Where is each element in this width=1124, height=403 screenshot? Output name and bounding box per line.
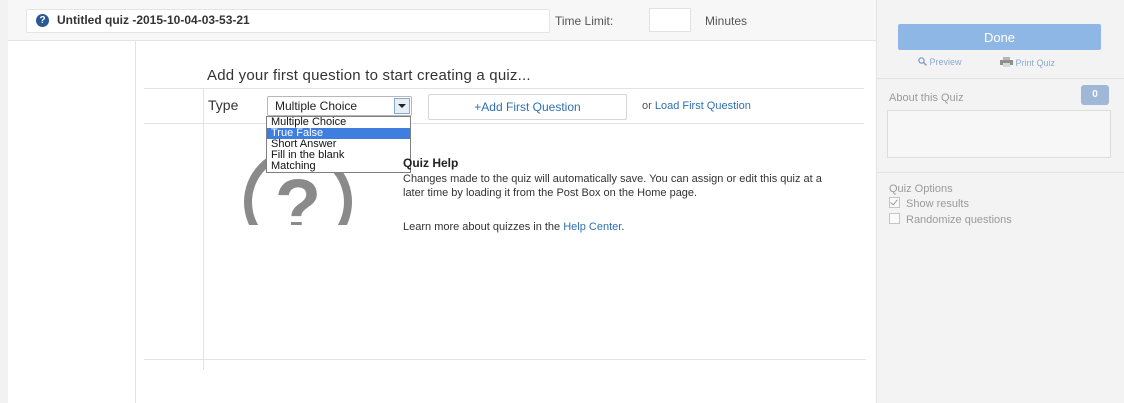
page-heading: Add your first question to start creatin… [207,67,531,84]
inner-guide-line [203,88,204,370]
quiz-title-bar: ? Untitled quiz -2015-10-04-03-53-21 Tim… [8,0,876,41]
minutes-label: Minutes [705,14,748,28]
load-question-line: or Load First Question [642,100,751,112]
quiz-title[interactable]: Untitled quiz -2015-10-04-03-53-21 [57,13,250,27]
time-limit-input[interactable] [649,8,691,32]
or-label: or [642,100,652,112]
selected-type: Multiple Choice [275,99,358,113]
add-first-question-label: +Add First Question [474,100,581,114]
print-quiz-link[interactable]: Print Quiz [1000,57,1055,68]
sidebar-divider [877,78,1124,79]
preview-link[interactable]: Preview [918,57,962,67]
randomize-checkbox[interactable] [889,213,900,224]
question-count-badge: 0 [1081,85,1109,105]
show-results-option[interactable]: Show results [889,197,969,210]
randomize-option[interactable]: Randomize questions [889,213,1012,226]
question-type-dropdown[interactable]: Multiple Choice True False Short Answer … [266,116,411,173]
sidebar-divider [877,172,1124,173]
content-bottom-divider [144,359,866,360]
preview-label: Preview [929,57,962,67]
time-limit-label: Time Limit: [555,14,614,28]
question-icon: ? [36,14,49,27]
learn-more-text: Learn more about quizzes in the [403,221,561,233]
show-results-checkbox[interactable] [889,197,900,208]
type-row-divider [144,123,864,124]
left-margin [0,0,8,403]
magnifier-icon [918,57,927,66]
type-label: Type [208,97,239,113]
quiz-help-body: Changes made to the quiz will automatica… [403,173,822,199]
learn-more-line: Learn more about quizzes in the Help Cen… [403,221,624,233]
done-button[interactable]: Done [898,24,1101,50]
svg-text:?: ? [275,164,321,225]
about-quiz-textarea[interactable] [887,110,1111,158]
add-first-question-button[interactable]: +Add First Question [428,94,627,120]
quiz-title-field[interactable]: ? Untitled quiz -2015-10-04-03-53-21 [26,9,550,33]
help-center-link[interactable]: Help Center [563,221,621,233]
randomize-label: Randomize questions [906,214,1012,226]
heading-divider [144,88,864,89]
quiz-editor: ? Untitled quiz -2015-10-04-03-53-21 Tim… [8,0,877,403]
left-guide-line [135,41,136,403]
print-quiz-label: Print Quiz [1015,58,1056,68]
quiz-help-title: Quiz Help [403,156,459,170]
chevron-down-icon[interactable] [394,98,410,114]
question-type-select[interactable]: Multiple Choice [267,96,412,116]
load-first-question-link[interactable]: Load First Question [655,100,751,112]
option-matching[interactable]: Matching [267,161,410,172]
show-results-label: Show results [906,198,969,210]
quiz-options-label: Quiz Options [889,183,953,195]
printer-icon [1000,57,1013,67]
done-label: Done [983,30,1016,45]
learn-more-suffix: . [621,221,625,233]
about-quiz-label: About this Quiz [889,92,964,104]
